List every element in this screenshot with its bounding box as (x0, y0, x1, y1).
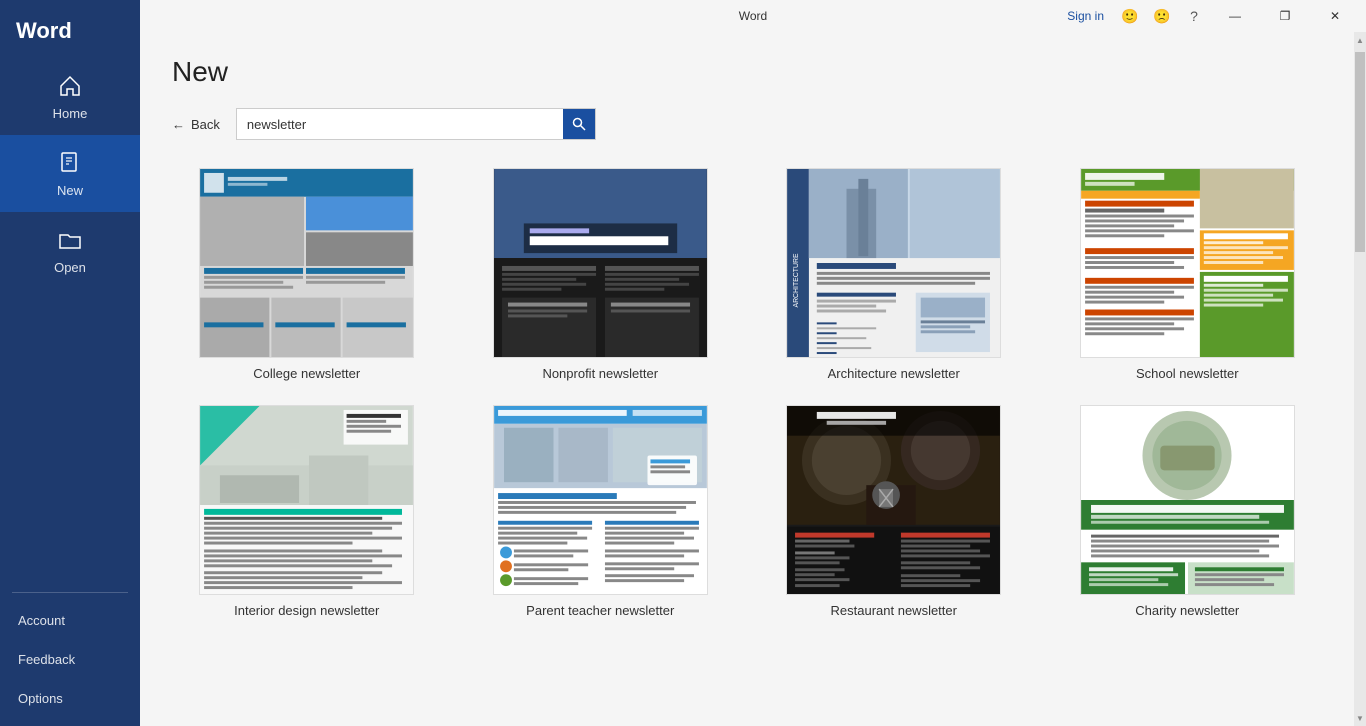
search-bar: ← Back (172, 108, 1322, 140)
sidebar-feedback-label: Feedback (18, 652, 75, 667)
window-title: Word (739, 9, 767, 23)
back-button[interactable]: ← Back (172, 117, 220, 132)
template-thumb-parent (493, 405, 708, 595)
window-controls: Sign in 🙂 🙁 ? — ❐ ✕ (1067, 0, 1358, 32)
sidebar-account-label: Account (18, 613, 65, 628)
sidebar-item-open[interactable]: Open (0, 212, 140, 289)
template-college[interactable]: College newsletter (172, 168, 442, 381)
open-folder-icon (56, 226, 84, 254)
sidebar-item-home-label: Home (53, 106, 88, 121)
sidebar-bottom: Account Feedback Options (0, 601, 140, 726)
home-icon (56, 72, 84, 100)
template-nonprofit[interactable]: Nonprofit newsletter (466, 168, 736, 381)
sidebar-item-new-label: New (57, 183, 83, 198)
app-name: Word (0, 0, 140, 58)
template-thumb-architecture: ARCHITECTURE (786, 168, 1001, 358)
template-restaurant[interactable]: Restaurant newsletter (759, 405, 1029, 618)
new-document-icon (56, 149, 84, 177)
happy-face-button[interactable]: 🙂 (1116, 2, 1144, 30)
template-label-charity: Charity newsletter (1135, 603, 1239, 618)
template-school[interactable]: School newsletter (1053, 168, 1323, 381)
scroll-down-button[interactable]: ▼ (1354, 710, 1366, 726)
sidebar-item-options[interactable]: Options (0, 679, 140, 718)
template-thumb-college (199, 168, 414, 358)
template-thumb-charity (1080, 405, 1295, 595)
sidebar-item-new[interactable]: New (0, 135, 140, 212)
template-label-college: College newsletter (253, 366, 360, 381)
template-architecture[interactable]: ARCHITECTURE (759, 168, 1029, 381)
template-label-restaurant: Restaurant newsletter (831, 603, 957, 618)
sidebar-item-open-label: Open (54, 260, 86, 275)
sidebar-item-home[interactable]: Home (0, 58, 140, 135)
sidebar-item-account[interactable]: Account (0, 601, 140, 640)
minimize-button[interactable]: — (1212, 0, 1258, 32)
template-charity[interactable]: Charity newsletter (1053, 405, 1323, 618)
content-area: New ← Back (140, 32, 1354, 726)
page-title: New (172, 56, 1322, 88)
sidebar-item-feedback[interactable]: Feedback (0, 640, 140, 679)
template-label-parent: Parent teacher newsletter (526, 603, 674, 618)
template-thumb-school (1080, 168, 1295, 358)
back-arrow-icon: ← (172, 117, 185, 132)
search-icon (572, 117, 586, 131)
sidebar-divider (12, 592, 128, 593)
scroll-up-button[interactable]: ▲ (1354, 32, 1366, 48)
template-grid: College newsletter (172, 168, 1322, 618)
close-button[interactable]: ✕ (1312, 0, 1358, 32)
template-thumb-restaurant (786, 405, 1001, 595)
search-input[interactable] (237, 113, 563, 136)
template-thumb-nonprofit (493, 168, 708, 358)
template-thumb-interior (199, 405, 414, 595)
title-bar: Word Sign in 🙂 🙁 ? — ❐ ✕ (140, 0, 1366, 32)
main-area: New ← Back (140, 32, 1366, 726)
maximize-button[interactable]: ❐ (1262, 0, 1308, 32)
template-label-school: School newsletter (1136, 366, 1239, 381)
template-label-architecture: Architecture newsletter (828, 366, 960, 381)
sidebar-options-label: Options (18, 691, 63, 706)
template-parent[interactable]: Parent teacher newsletter (466, 405, 736, 618)
search-button[interactable] (563, 109, 595, 139)
svg-text:ARCHITECTURE: ARCHITECTURE (793, 253, 800, 307)
scroll-thumb[interactable] (1355, 52, 1365, 252)
sidebar: Word Home New (0, 0, 140, 726)
sign-in-button[interactable]: Sign in (1067, 9, 1104, 23)
main-panel: Word Sign in 🙂 🙁 ? — ❐ ✕ New ← Back (140, 0, 1366, 726)
back-label: Back (191, 117, 220, 132)
template-label-interior: Interior design newsletter (234, 603, 379, 618)
scroll-track: ▲ ▼ (1354, 32, 1366, 726)
search-input-wrapper (236, 108, 596, 140)
template-interior[interactable]: Interior design newsletter (172, 405, 442, 618)
template-label-nonprofit: Nonprofit newsletter (542, 366, 658, 381)
help-button[interactable]: ? (1180, 2, 1208, 30)
sidebar-nav: Home New Open (0, 58, 140, 584)
sad-face-button[interactable]: 🙁 (1148, 2, 1176, 30)
